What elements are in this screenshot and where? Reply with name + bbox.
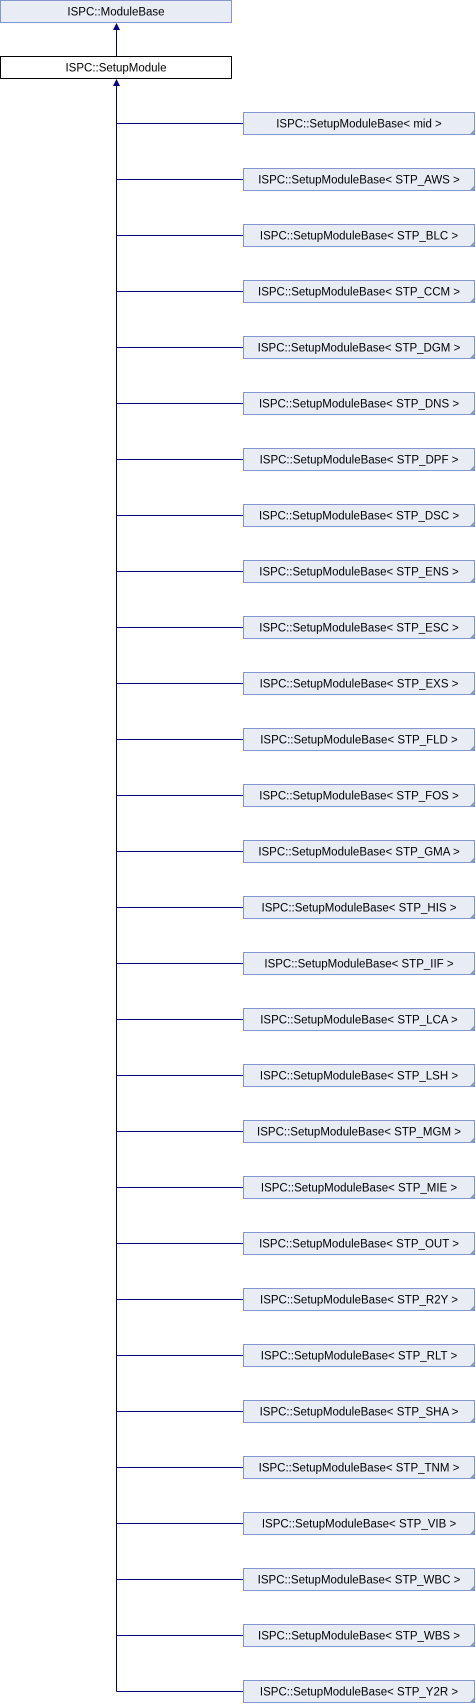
class-box-derived[interactable]: ISPC::SetupModuleBase< STP_Y2R > xyxy=(243,1680,476,1704)
class-box-derived[interactable]: ISPC::SetupModuleBase< STP_AWS > xyxy=(243,168,476,192)
class-box-derived[interactable]: ISPC::SetupModuleBase< STP_EXS > xyxy=(243,672,476,696)
class-box-derived[interactable]: ISPC::SetupModuleBase< STP_DSC > xyxy=(243,504,476,528)
class-label-derived: ISPC::SetupModuleBase< STP_AWS > xyxy=(258,175,460,187)
class-box-derived[interactable]: ISPC::SetupModuleBase< STP_GMA > xyxy=(243,840,476,864)
inheritance-diagram: ISPC::ModuleBase ISPC::SetupModule ISPC:… xyxy=(0,0,476,1704)
arrowhead-icon xyxy=(113,23,120,30)
class-label-derived: ISPC::SetupModuleBase< STP_DGM > xyxy=(258,343,461,355)
class-box-derived[interactable]: ISPC::SetupModuleBase< STP_HIS > xyxy=(243,896,476,920)
class-label-derived: ISPC::SetupModuleBase< STP_LCA > xyxy=(260,1015,458,1027)
class-box-derived[interactable]: ISPC::SetupModuleBase< STP_DNS > xyxy=(243,392,476,416)
class-box-derived[interactable]: ISPC::SetupModuleBase< STP_DGM > xyxy=(243,336,476,360)
class-label-derived: ISPC::SetupModuleBase< STP_VIB > xyxy=(262,1519,457,1531)
class-box-current: ISPC::SetupModule xyxy=(0,56,232,79)
class-box-derived[interactable]: ISPC::SetupModuleBase< STP_VIB > xyxy=(243,1512,476,1536)
class-label-derived: ISPC::SetupModuleBase< STP_Y2R > xyxy=(260,1687,458,1699)
class-label-derived: ISPC::SetupModuleBase< STP_DSC > xyxy=(259,511,459,523)
class-label-derived: ISPC::SetupModuleBase< STP_DPF > xyxy=(260,455,459,467)
arrowhead-icon xyxy=(113,79,120,86)
class-label-derived: ISPC::SetupModuleBase< STP_EXS > xyxy=(260,679,459,691)
class-label-base: ISPC::ModuleBase xyxy=(67,7,164,19)
class-label-derived: ISPC::SetupModuleBase< STP_R2Y > xyxy=(260,1295,458,1307)
class-label-derived: ISPC::SetupModuleBase< STP_ENS > xyxy=(259,567,459,579)
class-box-derived[interactable]: ISPC::SetupModuleBase< STP_DPF > xyxy=(243,448,476,472)
class-label-derived: ISPC::SetupModuleBase< STP_BLC > xyxy=(260,231,458,243)
class-label-derived: ISPC::SetupModuleBase< STP_HIS > xyxy=(262,903,457,915)
class-box-derived[interactable]: ISPC::SetupModuleBase< STP_IIF > xyxy=(243,952,476,976)
class-box-derived[interactable]: ISPC::SetupModuleBase< STP_MGM > xyxy=(243,1120,476,1144)
class-label-derived: ISPC::SetupModuleBase< STP_MIE > xyxy=(261,1183,458,1195)
class-label-derived: ISPC::SetupModuleBase< STP_SHA > xyxy=(260,1407,459,1419)
class-box-base[interactable]: ISPC::ModuleBase xyxy=(0,0,232,23)
class-box-derived[interactable]: ISPC::SetupModuleBase< STP_CCM > xyxy=(243,280,476,304)
class-box-derived[interactable]: ISPC::SetupModuleBase< STP_WBS > xyxy=(243,1624,476,1648)
class-box-derived[interactable]: ISPC::SetupModuleBase< STP_ESC > xyxy=(243,616,476,640)
class-label-derived: ISPC::SetupModuleBase< STP_DNS > xyxy=(259,399,459,411)
class-box-derived[interactable]: ISPC::SetupModuleBase< STP_OUT > xyxy=(243,1232,476,1256)
class-label-derived: ISPC::SetupModuleBase< STP_ESC > xyxy=(259,623,459,635)
class-box-derived[interactable]: ISPC::SetupModuleBase< STP_ENS > xyxy=(243,560,476,584)
class-label-derived: ISPC::SetupModuleBase< STP_FLD > xyxy=(260,735,458,747)
class-label-derived: ISPC::SetupModuleBase< STP_MGM > xyxy=(257,1127,461,1139)
class-box-derived[interactable]: ISPC::SetupModuleBase< STP_MIE > xyxy=(243,1176,476,1200)
class-box-derived[interactable]: ISPC::SetupModuleBase< STP_RLT > xyxy=(243,1344,476,1368)
class-box-derived[interactable]: ISPC::SetupModuleBase< STP_SHA > xyxy=(243,1400,476,1424)
class-label-derived: ISPC::SetupModuleBase< STP_WBS > xyxy=(258,1631,460,1643)
class-label-derived: ISPC::SetupModuleBase< STP_TNM > xyxy=(259,1463,460,1475)
class-label-derived: ISPC::SetupModuleBase< STP_CCM > xyxy=(258,287,460,299)
class-box-derived[interactable]: ISPC::SetupModuleBase< STP_LCA > xyxy=(243,1008,476,1032)
class-box-derived[interactable]: ISPC::SetupModuleBase< STP_BLC > xyxy=(243,224,476,248)
class-box-derived[interactable]: ISPC::SetupModuleBase< mid > xyxy=(243,112,476,136)
class-box-derived[interactable]: ISPC::SetupModuleBase< STP_TNM > xyxy=(243,1456,476,1480)
class-box-derived[interactable]: ISPC::SetupModuleBase< STP_FOS > xyxy=(243,784,476,808)
class-box-derived[interactable]: ISPC::SetupModuleBase< STP_WBC > xyxy=(243,1568,476,1592)
class-box-derived[interactable]: ISPC::SetupModuleBase< STP_FLD > xyxy=(243,728,476,752)
class-label-derived: ISPC::SetupModuleBase< mid > xyxy=(276,119,442,131)
class-label-derived: ISPC::SetupModuleBase< STP_LSH > xyxy=(260,1071,458,1083)
class-label-derived: ISPC::SetupModuleBase< STP_IIF > xyxy=(264,959,453,971)
class-label-derived: ISPC::SetupModuleBase< STP_GMA > xyxy=(258,847,460,859)
class-label-derived: ISPC::SetupModuleBase< STP_FOS > xyxy=(259,791,459,803)
class-label-derived: ISPC::SetupModuleBase< STP_RLT > xyxy=(261,1351,458,1363)
class-box-derived[interactable]: ISPC::SetupModuleBase< STP_LSH > xyxy=(243,1064,476,1088)
class-box-derived[interactable]: ISPC::SetupModuleBase< STP_R2Y > xyxy=(243,1288,476,1312)
class-label-derived: ISPC::SetupModuleBase< STP_WBC > xyxy=(258,1575,461,1587)
class-label-current: ISPC::SetupModule xyxy=(65,63,166,75)
class-label-derived: ISPC::SetupModuleBase< STP_OUT > xyxy=(259,1239,459,1251)
